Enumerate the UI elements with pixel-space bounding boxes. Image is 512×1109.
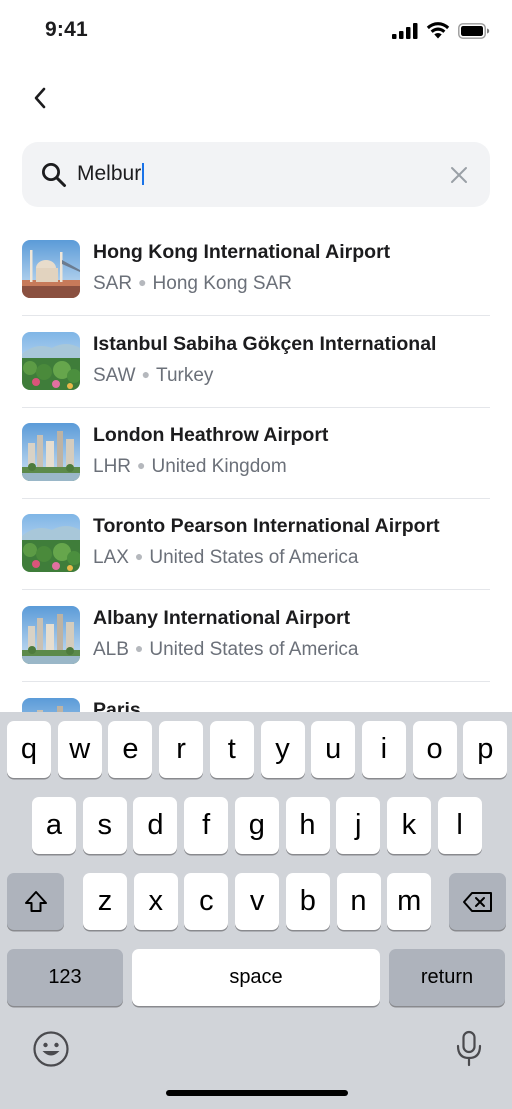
search-query: Melbur — [77, 162, 142, 185]
results-list: Hong Kong International Airport SAR ● Hong… — [0, 224, 512, 712]
result-title: Albany International Airport — [93, 607, 351, 629]
key-d[interactable]: d — [133, 797, 178, 854]
result-title: Istanbul Sabiha Gökçen International — [93, 333, 437, 355]
country-name: United States of America — [149, 639, 359, 660]
key-a[interactable]: a — [32, 797, 76, 854]
search-box[interactable]: Melbur — [22, 142, 490, 207]
key-c[interactable]: c — [184, 873, 229, 930]
separator-dot: ● — [134, 640, 144, 656]
airport-code: ALB — [93, 639, 129, 660]
key-x[interactable]: x — [133, 873, 178, 930]
key-r[interactable]: r — [159, 721, 204, 778]
keyboard: qwertyuiop asdfghjkl zxcvbnm 123 space r… — [0, 712, 512, 1109]
country-name: Turkey — [156, 365, 214, 386]
shift-icon — [24, 890, 47, 912]
destination-thumbnail — [22, 240, 80, 298]
result-subtitle: SAW ● Turkey — [93, 365, 213, 387]
status-icons — [392, 22, 490, 39]
space-key[interactable]: space — [132, 949, 380, 1006]
numbers-key[interactable]: 123 — [7, 949, 123, 1006]
airport-code: LHR — [93, 456, 132, 477]
backspace-icon — [462, 891, 492, 912]
key-b[interactable]: b — [285, 873, 330, 930]
result-title: Hong Kong International Airport — [93, 241, 391, 263]
key-y[interactable]: y — [260, 721, 305, 778]
emoji-icon[interactable] — [32, 1030, 70, 1068]
list-item[interactable]: Albany International Airport ALB ● United … — [0, 590, 512, 682]
return-key[interactable]: return — [389, 949, 505, 1006]
key-w[interactable]: w — [57, 721, 102, 778]
key-g[interactable]: g — [234, 797, 279, 854]
list-item[interactable]: Istanbul Sabiha Gökçen International SAW… — [0, 316, 512, 408]
key-j[interactable]: j — [336, 797, 381, 854]
country-name: United States of America — [149, 547, 359, 568]
result-subtitle: LHR ● United Kingdom — [93, 456, 287, 478]
separator-dot: ● — [137, 457, 146, 473]
destination-thumbnail — [22, 606, 80, 664]
airport-code: SAW — [93, 365, 136, 386]
signal-icon — [392, 22, 418, 39]
airport-code: LAX — [93, 547, 129, 568]
status-time: 9:41 — [45, 18, 88, 41]
search-input[interactable]: Melbur — [77, 162, 145, 186]
chevron-left-icon — [34, 87, 46, 109]
result-subtitle: LAX ● United States of America — [93, 547, 359, 569]
key-v[interactable]: v — [235, 873, 280, 930]
battery-icon — [458, 22, 490, 39]
list-item[interactable]: Toronto Pearson International Airport LA… — [0, 498, 512, 590]
key-i[interactable]: i — [361, 721, 406, 778]
separator-dot: ● — [134, 548, 144, 564]
shift-key[interactable] — [7, 873, 64, 930]
key-h[interactable]: h — [285, 797, 330, 854]
status-bar: 9:41 — [0, 0, 512, 62]
key-n[interactable]: n — [336, 873, 381, 930]
destination-thumbnail — [22, 514, 80, 572]
key-q[interactable]: q — [7, 721, 51, 778]
key-k[interactable]: k — [386, 797, 431, 854]
key-z[interactable]: z — [83, 873, 127, 930]
country-name: Hong Kong SAR — [152, 273, 292, 294]
home-indicator — [166, 1090, 348, 1096]
airport-code: SAR — [93, 273, 133, 294]
microphone-icon[interactable] — [455, 1030, 483, 1068]
result-title: Paris — [93, 699, 141, 712]
close-icon[interactable] — [448, 164, 470, 186]
key-u[interactable]: u — [311, 721, 356, 778]
key-t[interactable]: t — [209, 721, 254, 778]
key-l[interactable]: l — [437, 797, 482, 854]
key-o[interactable]: o — [412, 721, 457, 778]
destination-thumbnail — [22, 332, 80, 390]
back-button[interactable] — [24, 80, 56, 116]
separator-dot: ● — [141, 366, 151, 382]
search-icon — [42, 163, 66, 187]
result-subtitle: ALB ● United States of America — [93, 639, 359, 661]
key-f[interactable]: f — [184, 797, 229, 854]
destination-thumbnail — [22, 423, 80, 481]
list-item[interactable]: London Heathrow Airport LHR ● United Kingd… — [0, 407, 512, 499]
backspace-key[interactable] — [449, 873, 506, 930]
key-s[interactable]: s — [82, 797, 127, 854]
country-name: United Kingdom — [151, 456, 287, 477]
key-m[interactable]: m — [387, 873, 432, 930]
list-item[interactable]: Hong Kong International Airport SAR ● Hong… — [0, 224, 512, 316]
key-p[interactable]: p — [463, 721, 508, 778]
list-item[interactable]: Paris — [0, 682, 512, 712]
result-title: Toronto Pearson International Airport — [93, 515, 440, 537]
result-title: London Heathrow Airport — [93, 424, 329, 446]
text-caret — [142, 163, 145, 185]
destination-thumbnail — [22, 698, 80, 712]
separator-dot: ● — [138, 274, 147, 290]
key-e[interactable]: e — [108, 721, 153, 778]
wifi-icon — [426, 22, 450, 39]
result-subtitle: SAR ● Hong Kong SAR — [93, 273, 292, 295]
